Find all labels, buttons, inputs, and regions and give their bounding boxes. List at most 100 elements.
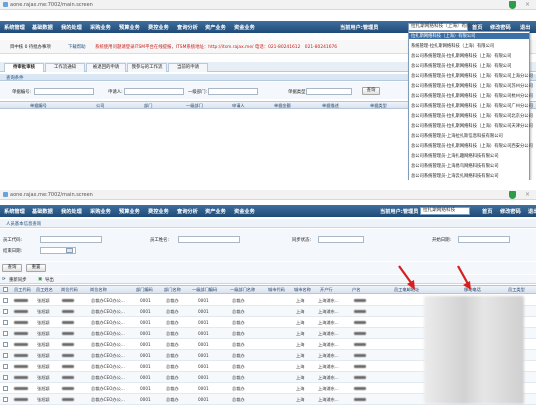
col-dept[interactable]: 部门 [144, 103, 152, 109]
nav-basic-data[interactable]: 基础数据 [32, 208, 53, 215]
shield-icon[interactable] [509, 191, 516, 199]
nav-funds[interactable]: 资金业务 [234, 208, 255, 215]
resync-icon[interactable]: ⟳ [2, 277, 6, 282]
org-option[interactable]: 总公司系统管理员-拉扎斯网络科技（上海）有限公司 [411, 53, 511, 59]
help-download-link[interactable]: 下载帮助 [68, 44, 86, 50]
nav-purchase[interactable]: 采购业务 [90, 208, 111, 215]
doc-type-select[interactable] [306, 88, 352, 95]
col-l1-dept[interactable]: 一级部门 [186, 103, 203, 109]
org-option[interactable]: 总公司系统管理员-上海云扎网络科技有限公司 [411, 173, 499, 179]
col-bank[interactable]: 开户行 [320, 287, 333, 293]
nav-change-password[interactable]: 修改密码 [490, 24, 511, 31]
nav-change-password[interactable]: 修改密码 [500, 208, 521, 215]
tab-current-requests[interactable]: 当前的申请 [168, 63, 208, 72]
nav-logout[interactable]: 退出 [520, 24, 530, 31]
address-url-2[interactable]: aone.rajax.me:7002/main.screen [10, 192, 93, 198]
tab-workflow-notice[interactable]: 工作流通知 [45, 63, 85, 72]
pending-notice[interactable]: 目中核 0 待批办事项 [10, 44, 51, 50]
tab-pending-approval[interactable]: 待审批审核 [4, 63, 44, 72]
dept-input[interactable] [208, 88, 258, 95]
doc-number-input[interactable] [34, 88, 94, 95]
org-option[interactable]: 总公司系统管理员-拉扎斯网络科技（上海）有限公司西安分公司 [411, 143, 533, 149]
start-date-input[interactable] [458, 236, 510, 243]
row-checkbox[interactable] [3, 298, 8, 303]
col-company[interactable]: 公司 [96, 103, 104, 109]
nav-query[interactable]: 查询分析 [177, 24, 198, 31]
nav-budget[interactable]: 预算业务 [119, 208, 140, 215]
org-select[interactable]: 拉扎斯网络科技（上海）有限公司 [408, 23, 480, 31]
tab-participated[interactable]: 我参与的工作流 [127, 63, 167, 72]
resync-button[interactable]: 重新同步 [9, 277, 27, 283]
nav-query[interactable]: 查询分析 [177, 208, 198, 215]
org-option[interactable]: 总公司系统管理员-拉扎斯网络科技（上海）有限公司天津分公司 [411, 123, 533, 129]
query-button[interactable]: 查询 [362, 87, 380, 95]
search-button[interactable]: 查询 [2, 264, 22, 272]
org-option[interactable]: 总公司系统管理员-上海扎趣网络科技有限公司 [411, 153, 499, 159]
nav-my-tasks[interactable]: 我的处理 [61, 24, 82, 31]
row-checkbox[interactable] [3, 342, 8, 347]
col-city-name[interactable]: 城市名称 [294, 287, 311, 293]
col-post-name[interactable]: 岗位名称 [90, 287, 107, 293]
col-emp-type[interactable]: 员工类型 [508, 287, 525, 293]
row-checkbox[interactable] [3, 353, 8, 358]
emp-name-input[interactable] [178, 236, 240, 243]
org-select[interactable]: 拉扎斯网络科技 [420, 207, 470, 215]
address-url[interactable]: aone.rajax.me:7002/main.screen [10, 2, 93, 8]
row-checkbox[interactable] [3, 309, 8, 314]
nav-logout[interactable]: 退出 [528, 208, 536, 215]
col-city-code[interactable]: 城市代码 [268, 287, 285, 293]
nav-expense[interactable]: 费控业务 [148, 24, 169, 31]
col-l1-dept-code[interactable]: 一级部门编码 [192, 287, 217, 293]
nav-budget[interactable]: 预算业务 [119, 24, 140, 31]
nav-home[interactable]: 首页 [472, 24, 482, 31]
export-icon[interactable]: ▣ [38, 277, 42, 282]
col-account-name[interactable]: 户名 [352, 287, 360, 293]
reset-button[interactable]: 重置 [26, 264, 46, 272]
col-amount[interactable]: 单据金额 [274, 103, 291, 109]
nav-expense[interactable]: 费控业务 [148, 208, 169, 215]
nav-system[interactable]: 系统管理 [4, 24, 25, 31]
nav-assets[interactable]: 资产业务 [205, 208, 226, 215]
col-applicant[interactable]: 申请人 [232, 103, 245, 109]
org-option[interactable]: 总公司系统管理员-拉扎斯网络科技（上海）有限公司 [411, 63, 511, 69]
col-emp-code[interactable]: 员工代码 [14, 287, 31, 293]
select-all-checkbox[interactable] [3, 287, 8, 292]
col-doc-number[interactable]: 单据编号 [30, 103, 47, 109]
export-button[interactable]: 导出 [45, 277, 54, 283]
tab-returned[interactable]: 被退回的申请 [86, 63, 126, 72]
close-icon[interactable]: × [524, 191, 531, 199]
col-dept-name[interactable]: 部门名称 [164, 287, 181, 293]
nav-my-tasks[interactable]: 我的处理 [61, 208, 82, 215]
col-l1-dept-name[interactable]: 一级部门名称 [230, 287, 255, 293]
org-option[interactable]: 总公司系统管理员-拉扎斯网络科技（上海）有限公司杭州分公司 [411, 93, 533, 99]
col-dept-code[interactable]: 部门编码 [136, 287, 153, 293]
org-option[interactable]: 总公司系统管理员-拉扎斯网络科技（上海）有限公司苏州分公司 [411, 83, 533, 89]
org-option[interactable]: 总公司系统管理员-上海易鸟网络科技有限公司 [411, 163, 499, 169]
org-option[interactable]: 总公司系统管理员-拉扎斯网络科技（上海）有限公司北京分公司 [411, 113, 533, 119]
nav-funds[interactable]: 资金业务 [234, 24, 255, 31]
row-checkbox[interactable] [3, 331, 8, 336]
row-checkbox[interactable] [3, 375, 8, 380]
row-checkbox[interactable] [3, 364, 8, 369]
org-option[interactable]: 系统管理-拉扎斯网络科技（上海）有限公司 [411, 43, 494, 49]
emp-code-input[interactable] [40, 236, 102, 243]
col-post-code[interactable]: 岗位代码 [61, 287, 78, 293]
close-icon[interactable]: × [524, 1, 531, 9]
row-checkbox[interactable] [3, 397, 8, 402]
sync-status-select[interactable] [318, 236, 364, 243]
org-option[interactable]: 拉扎斯网络科技（上海）有限公司 [409, 33, 529, 39]
col-emp-name[interactable]: 员工姓名 [36, 287, 53, 293]
org-option[interactable]: 总公司系统管理员-上海拉扎斯信息科技有限公司 [411, 133, 503, 139]
org-option[interactable]: 总公司系统管理员-拉扎斯网络科技（上海）有限公司广州分公司 [411, 103, 533, 109]
nav-system[interactable]: 系统管理 [4, 208, 25, 215]
calendar-icon[interactable] [66, 248, 73, 253]
shield-icon[interactable] [509, 1, 516, 9]
nav-assets[interactable]: 资产业务 [205, 24, 226, 31]
col-desc[interactable]: 单据描述 [322, 103, 339, 109]
col-doc-type[interactable]: 单据类型 [370, 103, 387, 109]
row-checkbox[interactable] [3, 320, 8, 325]
nav-purchase[interactable]: 采购业务 [90, 24, 111, 31]
nav-basic-data[interactable]: 基础数据 [32, 24, 53, 31]
row-checkbox[interactable] [3, 386, 8, 391]
nav-home[interactable]: 首页 [482, 208, 492, 215]
